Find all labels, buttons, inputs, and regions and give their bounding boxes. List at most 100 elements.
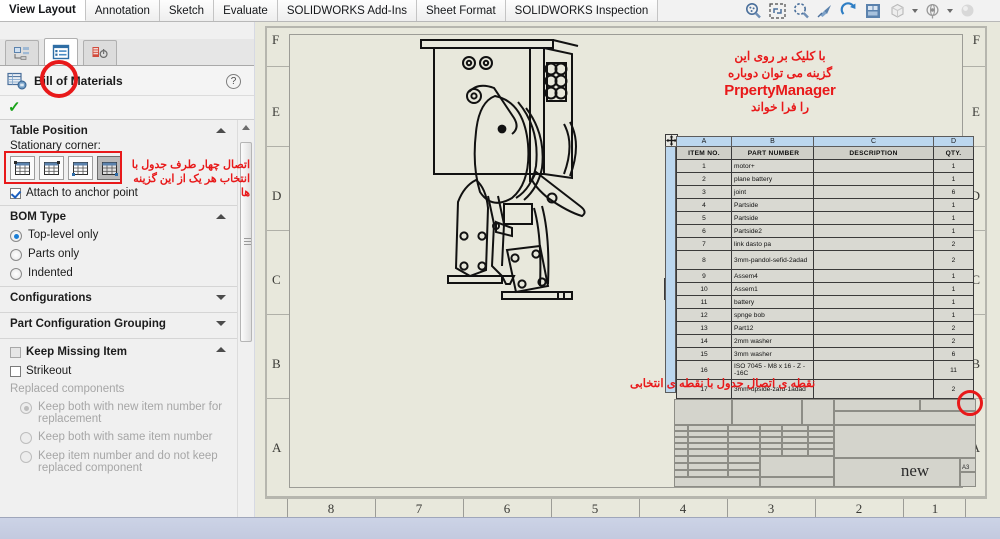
zoom-in-out-icon[interactable] bbox=[791, 1, 812, 21]
table-row[interactable]: 5 Partside 1 bbox=[676, 211, 974, 225]
scroll-up-arrow-icon[interactable] bbox=[238, 120, 253, 135]
cell-item: 1 bbox=[676, 159, 732, 173]
hide-show-caret-icon[interactable] bbox=[946, 1, 954, 21]
title-block: new A3 bbox=[674, 399, 976, 497]
keep-missing-item-row[interactable]: Keep Missing Item bbox=[10, 346, 227, 358]
table-row[interactable]: 11 battery 1 bbox=[676, 295, 974, 309]
cell-item: 4 bbox=[676, 198, 732, 212]
col-letter-a[interactable]: A bbox=[676, 136, 732, 147]
zoom-to-fit-icon[interactable] bbox=[767, 1, 788, 21]
table-row[interactable]: 1 motor+ 1 bbox=[676, 159, 974, 173]
tb-region bbox=[834, 399, 920, 411]
corner-bottom-right-button[interactable] bbox=[97, 156, 122, 180]
replaced-option-same-item-number[interactable]: Keep both with same item number bbox=[10, 431, 227, 444]
view-orientation-icon[interactable] bbox=[863, 1, 884, 21]
tab-sketch[interactable]: Sketch bbox=[159, 0, 215, 21]
col-letter-c[interactable]: C bbox=[813, 136, 934, 147]
cell-part: 2mm washer bbox=[731, 334, 814, 348]
apply-scene-icon[interactable] bbox=[957, 1, 978, 21]
ruler-tick bbox=[965, 499, 966, 518]
ruler-tick bbox=[463, 499, 464, 518]
display-style-caret-icon[interactable] bbox=[911, 1, 919, 21]
chevron-down-icon[interactable] bbox=[216, 293, 227, 301]
radio-keep-item-number-do-not-keep[interactable] bbox=[20, 451, 32, 463]
bill-of-materials-table[interactable]: A B C D ITEM NO. PART NUMBER DESCRIPTION… bbox=[676, 136, 974, 399]
table-row[interactable]: 15 3mm washer 6 bbox=[676, 347, 974, 361]
section-part-configuration-grouping[interactable]: Part Configuration Grouping bbox=[0, 312, 237, 338]
table-row[interactable]: 10 Assem1 1 bbox=[676, 282, 974, 296]
tab-evaluate[interactable]: Evaluate bbox=[214, 0, 278, 21]
section-configurations[interactable]: Configurations bbox=[0, 286, 237, 312]
keep-missing-item-checkbox[interactable] bbox=[10, 346, 21, 358]
strikeout-row[interactable]: Strikeout bbox=[10, 365, 227, 377]
bom-type-option-parts-only[interactable]: Parts only bbox=[10, 248, 227, 261]
tab-property-manager[interactable] bbox=[44, 38, 78, 65]
chevron-up-icon[interactable] bbox=[216, 212, 227, 220]
table-row[interactable]: 9 Assem4 1 bbox=[676, 269, 974, 283]
tb-region bbox=[960, 472, 976, 487]
table-row[interactable]: 8 3mm-pandol-sefid-2adad 2 bbox=[676, 250, 974, 270]
tb-region bbox=[732, 399, 802, 425]
table-row[interactable]: 13 Part12 2 bbox=[676, 321, 974, 335]
tab-label: Sheet Format bbox=[425, 4, 496, 17]
help-icon[interactable]: ? bbox=[226, 74, 241, 89]
table-row[interactable]: 2 plane battery 1 bbox=[676, 172, 974, 186]
tab-view-layout[interactable]: View Layout bbox=[0, 0, 86, 21]
corner-top-right-button[interactable] bbox=[39, 156, 64, 180]
bom-type-option-top-level[interactable]: Top-level only bbox=[10, 229, 227, 242]
attach-anchor-checkbox[interactable] bbox=[10, 187, 21, 199]
tab-solidworks-add-ins[interactable]: SOLIDWORKS Add-Ins bbox=[277, 0, 417, 21]
zoom-to-area-icon[interactable] bbox=[743, 1, 764, 21]
replaced-option-do-not-keep[interactable]: Keep item number and do not keep replace… bbox=[10, 450, 227, 474]
radio-parts-only[interactable] bbox=[10, 249, 22, 261]
tab-solidworks-inspection[interactable]: SOLIDWORKS Inspection bbox=[505, 0, 659, 21]
col-letter-d[interactable]: D bbox=[933, 136, 974, 147]
replaced-option-new-item-number[interactable]: Keep both with new item number for repla… bbox=[10, 401, 227, 425]
tab-feature-manager-design-tree[interactable] bbox=[5, 40, 39, 65]
chevron-down-icon[interactable] bbox=[216, 319, 227, 327]
radio-keep-both-same-item-number[interactable] bbox=[20, 432, 32, 444]
ruler-tick bbox=[815, 499, 816, 518]
tb-region bbox=[760, 456, 834, 477]
col-letter-b[interactable]: B bbox=[731, 136, 814, 147]
chevron-up-icon[interactable] bbox=[216, 126, 227, 134]
pan-icon[interactable] bbox=[815, 1, 836, 21]
tab-sheet-format[interactable]: Sheet Format bbox=[416, 0, 506, 21]
chevron-up-icon[interactable] bbox=[216, 345, 227, 353]
tab-annotation[interactable]: Annotation bbox=[85, 0, 160, 21]
header-part-number: PART NUMBER bbox=[731, 146, 814, 160]
table-row[interactable]: 4 Partside 1 bbox=[676, 198, 974, 212]
table-row[interactable]: 6 Partside2 1 bbox=[676, 224, 974, 238]
cell-item: 15 bbox=[676, 347, 732, 361]
corner-top-left-button[interactable] bbox=[10, 156, 35, 180]
tab-configuration-manager[interactable] bbox=[83, 40, 117, 65]
zone-row-d-left: D bbox=[272, 188, 282, 203]
table-row[interactable]: 14 2mm washer 2 bbox=[676, 334, 974, 348]
annotation-panel-note: اتصال چهار طرف جدول با انتخاب هر یک از ا… bbox=[131, 159, 250, 199]
cell-item: 10 bbox=[676, 282, 732, 296]
table-row[interactable]: 12 spnge bob 1 bbox=[676, 308, 974, 322]
sheet-column-ruler: 8 7 6 5 4 3 2 1 bbox=[265, 498, 987, 518]
rotate-view-icon[interactable] bbox=[839, 1, 860, 21]
cell-desc bbox=[813, 224, 934, 238]
tb-region bbox=[674, 463, 688, 470]
strikeout-checkbox[interactable] bbox=[10, 365, 21, 377]
radio-keep-both-new-item-number[interactable] bbox=[20, 402, 32, 414]
bom-type-option-indented[interactable]: Indented bbox=[10, 267, 227, 280]
cell-part: spnge bob bbox=[731, 308, 814, 322]
radio-top-level-only[interactable] bbox=[10, 230, 22, 242]
ok-check-icon[interactable]: ✓ bbox=[8, 100, 21, 115]
corner-bottom-left-button[interactable] bbox=[68, 156, 93, 180]
hide-show-items-icon[interactable] bbox=[922, 1, 943, 21]
table-row[interactable]: 7 link dasto pa 2 bbox=[676, 237, 974, 251]
attach-anchor-label: Attach to anchor point bbox=[26, 187, 138, 199]
radio-indented[interactable] bbox=[10, 268, 22, 280]
ruler-tick bbox=[287, 499, 288, 518]
ruler-tick bbox=[903, 499, 904, 518]
display-style-icon[interactable] bbox=[887, 1, 908, 21]
table-row[interactable]: 3 joint 6 bbox=[676, 185, 974, 199]
tb-region bbox=[674, 456, 688, 463]
drawing-canvas[interactable]: F E D C B A F E D C B A bbox=[255, 22, 1000, 518]
bom-row-selector-strip[interactable] bbox=[665, 146, 676, 393]
cell-desc bbox=[813, 198, 934, 212]
